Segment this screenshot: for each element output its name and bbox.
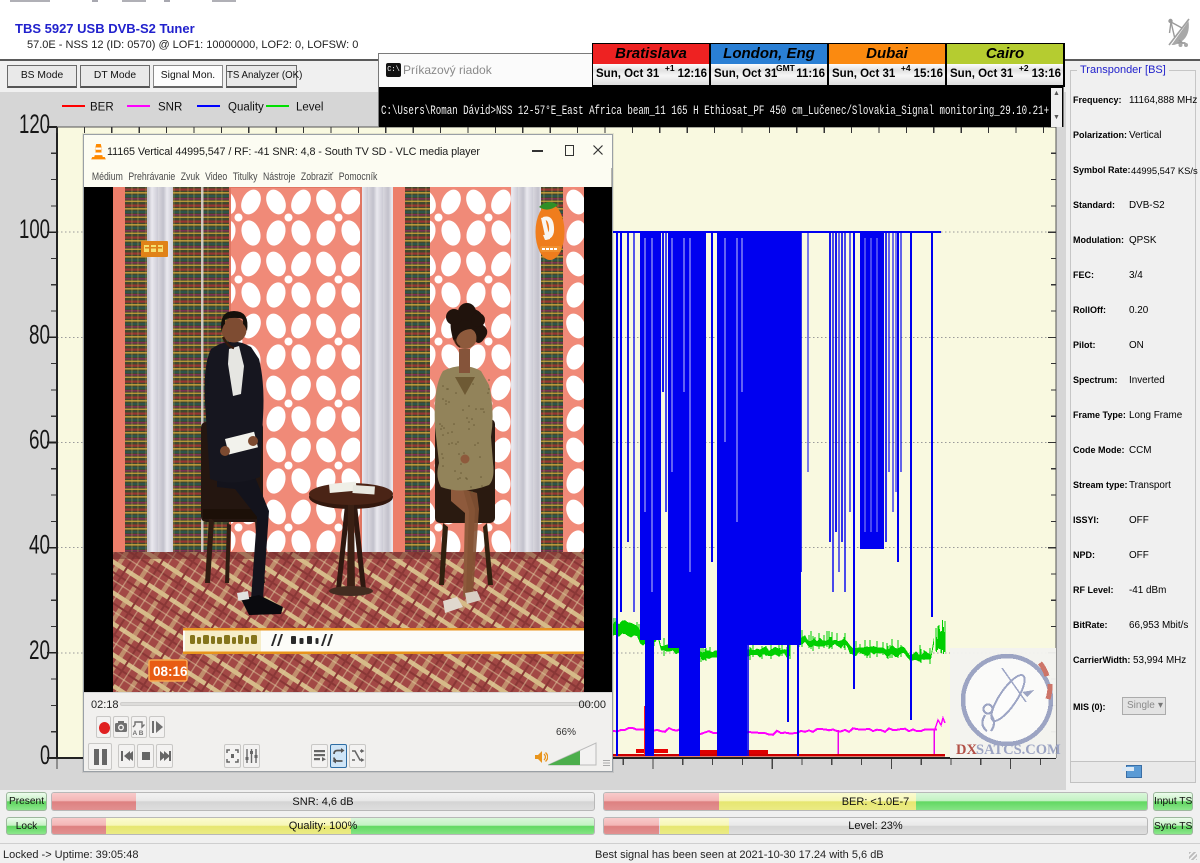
- svg-text:08:16: 08:16: [153, 664, 188, 679]
- svg-text:SATCS.COM: SATCS.COM: [976, 742, 1061, 758]
- svg-text:Quality: Quality: [228, 102, 264, 114]
- svg-text:120: 120: [19, 109, 50, 139]
- svg-text:60: 60: [29, 425, 50, 455]
- svg-text:20: 20: [29, 635, 50, 665]
- svg-text:100: 100: [19, 214, 50, 244]
- svg-text:0: 0: [40, 740, 50, 770]
- svg-text:DX: DX: [956, 742, 977, 758]
- svg-text:Level: Level: [296, 102, 324, 114]
- svg-text:SNR: SNR: [158, 102, 182, 114]
- svg-text:40: 40: [29, 530, 50, 560]
- svg-text:80: 80: [29, 319, 50, 349]
- svg-text:BER: BER: [90, 102, 114, 114]
- svg-text:A B: A B: [133, 730, 144, 737]
